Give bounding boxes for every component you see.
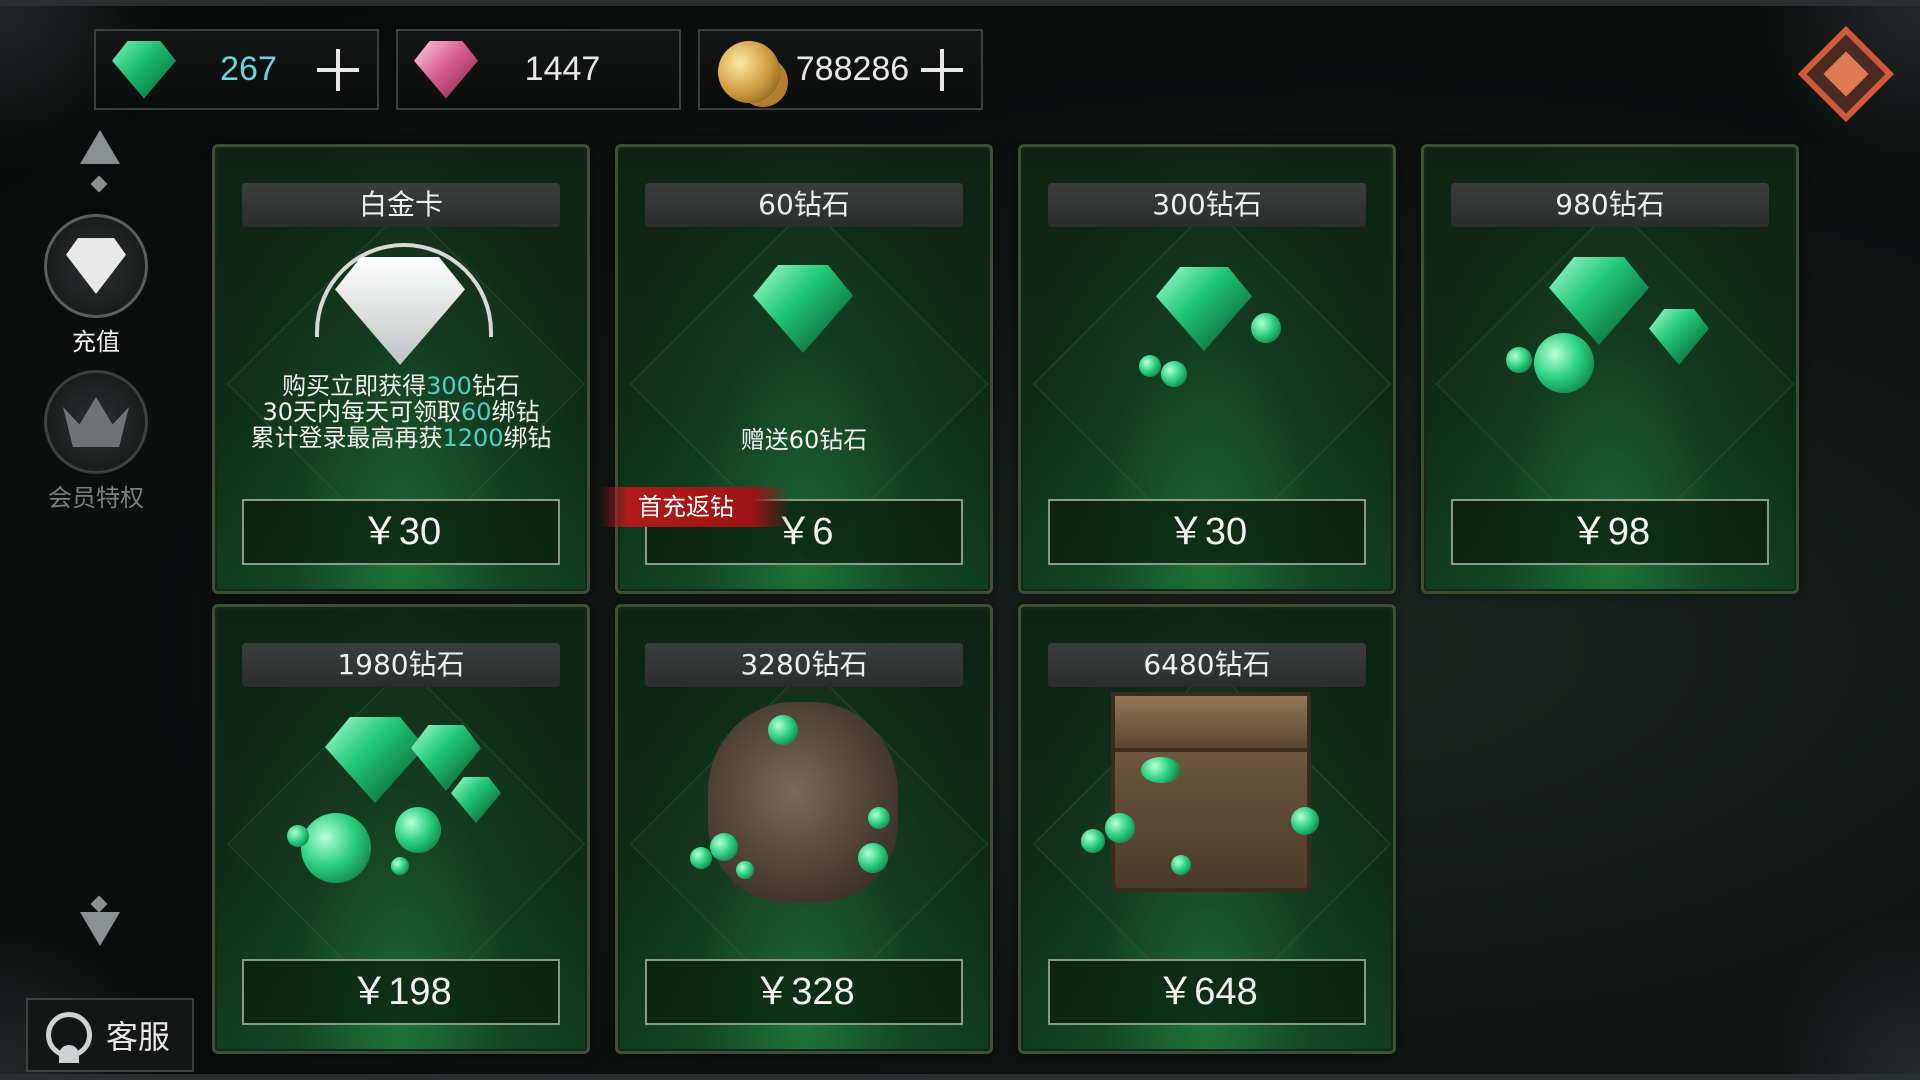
treasure-chest-icon <box>1111 692 1311 892</box>
product-title: 1980钻石 <box>242 643 560 687</box>
product-card-60[interactable]: 60钻石 赠送60钻石 ￥6 首充返钻 <box>600 144 993 594</box>
bonus-text: 赠送60钻石 <box>740 426 868 454</box>
product-description: 购买立即获得300钻石 30天内每天可领取60绑钻 累计登录最高再获1200绑钻 <box>250 372 552 452</box>
green-diamond-count: 267 <box>220 50 277 88</box>
nav-ornament-top <box>90 175 108 193</box>
product-card-6480[interactable]: 6480钻石 ￥648 <box>1018 604 1396 1054</box>
product-card-3280[interactable]: 3280钻石 ￥328 <box>615 604 993 1054</box>
product-title: 980钻石 <box>1451 183 1769 227</box>
sidebar-recharge-circle <box>44 214 148 318</box>
currency-gold: 788286 <box>698 29 983 110</box>
product-title: 6480钻石 <box>1048 643 1366 687</box>
sidebar-item-recharge[interactable]: 充值 <box>42 214 150 357</box>
gold-count: 788286 <box>795 50 910 88</box>
crown-icon <box>63 397 129 447</box>
add-gold-button[interactable] <box>917 45 967 95</box>
gold-coins-icon <box>708 35 788 105</box>
sidebar-item-label: 充值 <box>72 328 120 356</box>
frame-bottom-border <box>0 1074 1920 1080</box>
sidebar-vip-circle <box>44 370 148 474</box>
buy-price-button[interactable]: ￥30 <box>242 499 560 565</box>
product-title: 白金卡 <box>242 183 560 227</box>
sidebar-item-label: 会员特权 <box>48 484 144 512</box>
frame-corner-bottom-right <box>1750 910 1920 1080</box>
first-recharge-ribbon: 首充返钻 <box>600 487 790 527</box>
product-title: 3280钻石 <box>645 643 963 687</box>
product-card-300[interactable]: 300钻石 ￥30 <box>1018 144 1396 594</box>
pink-diamond-count: 1447 <box>524 50 601 88</box>
scroll-up-arrow-icon[interactable] <box>80 130 120 164</box>
customer-service-button[interactable]: 客服 <box>26 998 194 1072</box>
product-card-980[interactable]: 980钻石 ￥98 <box>1421 144 1799 594</box>
frame-top-border <box>0 0 1920 6</box>
headset-icon <box>46 1012 92 1063</box>
product-card-1980[interactable]: 1980钻石 ￥198 <box>212 604 590 1054</box>
pink-diamond-icon <box>406 35 486 105</box>
sidebar-item-vip[interactable]: 会员特权 <box>42 370 150 513</box>
buy-price-button[interactable]: ￥98 <box>1451 499 1769 565</box>
green-diamond-icon <box>104 35 184 105</box>
currency-pink-diamond: 1447 <box>396 29 681 110</box>
product-title: 60钻石 <box>645 183 963 227</box>
buy-price-button[interactable]: ￥328 <box>645 959 963 1025</box>
buy-price-button[interactable]: ￥30 <box>1048 499 1366 565</box>
buy-price-button[interactable]: ￥648 <box>1048 959 1366 1025</box>
add-green-diamond-button[interactable] <box>313 45 363 95</box>
close-emblem-icon[interactable] <box>1797 25 1895 123</box>
buy-price-button[interactable]: ￥198 <box>242 959 560 1025</box>
diamond-icon <box>66 238 126 294</box>
currency-green-diamond: 267 <box>94 29 379 110</box>
scroll-down-arrow-icon[interactable] <box>80 912 120 946</box>
product-card-platinum[interactable]: 白金卡 购买立即获得300钻石 30天内每天可领取60绑钻 累计登录最高再获12… <box>212 144 590 594</box>
product-title: 300钻石 <box>1048 183 1366 227</box>
customer-service-label: 客服 <box>106 1018 171 1056</box>
